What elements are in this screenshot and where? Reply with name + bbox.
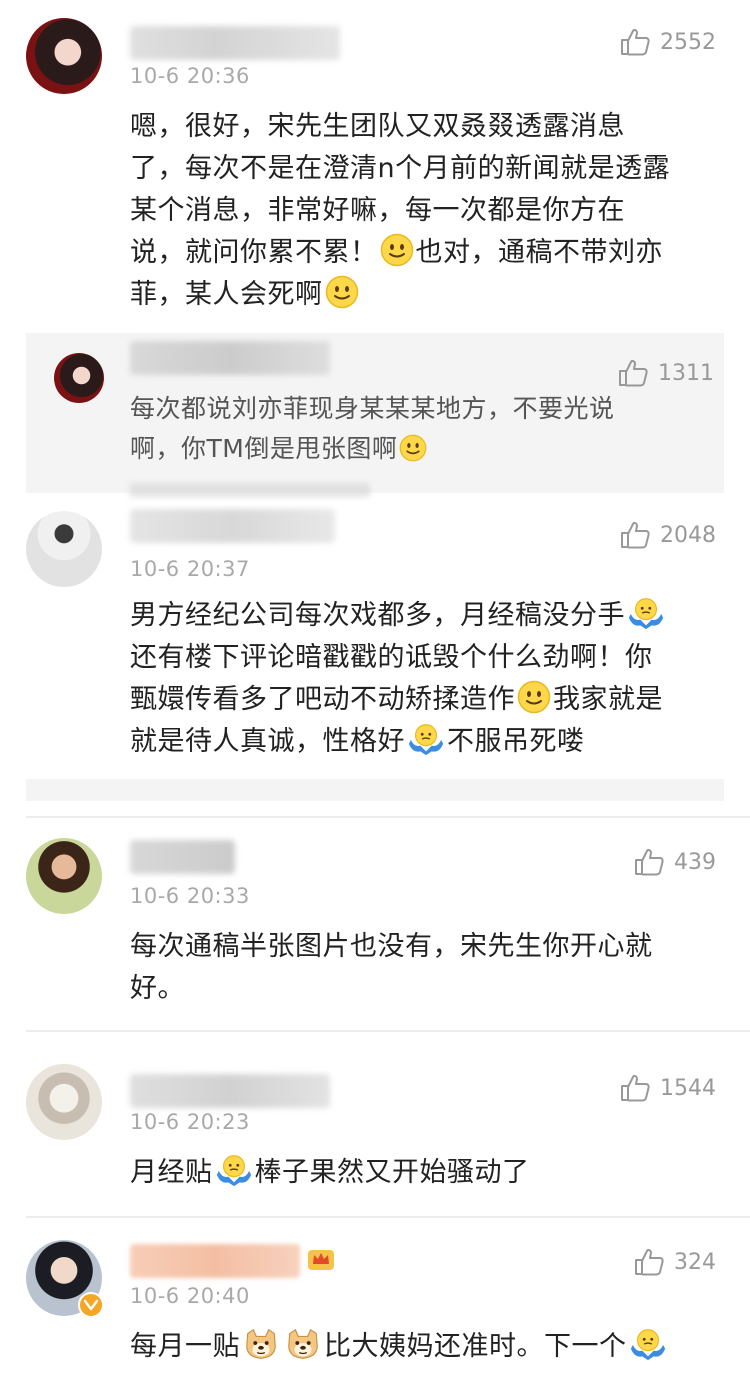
avatar[interactable]	[26, 18, 102, 94]
like-button[interactable]: 439	[634, 848, 716, 876]
doge-emoji-icon	[284, 1327, 322, 1361]
comment-item: 10-6 20:37 2048 男方经纪公司每次戏都多，月经稿没分手 还有楼下评…	[0, 495, 750, 815]
timestamp: 10-6 20:33	[130, 884, 250, 908]
like-button[interactable]: 2552	[620, 28, 716, 56]
comment-text: 男方经纪公司每次戏都多，月经稿没分手 还有楼下评论暗戳戳的诋毁个什么劲啊！你 甄…	[130, 595, 720, 763]
comment-text: 月经贴 棒子果然又开始骚动了	[130, 1152, 720, 1194]
thumbs-up-icon	[634, 848, 664, 876]
comment-item: 10-6 20:40 324 每月一贴 比大姨妈还准时。下一个	[0, 1222, 750, 1388]
reply-box[interactable]: 1311 每次都说刘亦菲现身某某某地方，不要光说 啊，你TM倒是甩张图啊	[26, 333, 724, 497]
like-button[interactable]: 1544	[620, 1074, 716, 1102]
smile-emoji-icon	[325, 275, 359, 309]
avatar[interactable]	[26, 511, 102, 587]
shrug-emoji-icon	[407, 722, 445, 756]
divider	[26, 1030, 750, 1032]
smile-emoji-icon	[399, 434, 427, 462]
smile-emoji-icon	[517, 680, 551, 714]
verified-badge-icon	[78, 1292, 104, 1318]
smile-emoji-icon	[380, 233, 414, 267]
username-blurred[interactable]	[130, 1074, 330, 1108]
avatar[interactable]	[26, 838, 102, 914]
username-blurred[interactable]	[130, 840, 235, 874]
collapsed-replies-strip[interactable]	[26, 779, 724, 801]
like-button[interactable]: 2048	[620, 521, 716, 549]
reply-username-blurred[interactable]	[130, 341, 330, 375]
thumbs-up-icon	[620, 28, 650, 56]
timestamp: 10-6 20:23	[130, 1110, 250, 1134]
reply-like-count: 1311	[658, 360, 714, 386]
like-count: 2048	[660, 522, 716, 548]
thumbs-up-icon	[620, 1074, 650, 1102]
timestamp: 10-6 20:37	[130, 557, 250, 581]
comment-text: 每次通稿半张图片也没有，宋先生你开心就 好。	[130, 931, 653, 1004]
comment-item: 10-6 20:23 1544 月经贴 棒子果然又开始骚动了	[0, 1046, 750, 1216]
timestamp: 10-6 20:36	[130, 64, 250, 88]
timestamp: 10-6 20:40	[130, 1284, 250, 1308]
avatar[interactable]	[26, 1064, 102, 1140]
like-count: 324	[674, 1249, 716, 1275]
like-count: 2552	[660, 29, 716, 55]
divider	[26, 1216, 750, 1218]
like-count: 1544	[660, 1075, 716, 1101]
divider	[26, 816, 750, 818]
username-blurred[interactable]	[130, 26, 340, 60]
comment-item: 10-6 20:33 439 每次通稿半张图片也没有，宋先生你开心就 好。	[0, 820, 750, 1030]
comment-text: 嗯，很好，宋先生团队又双叒叕透露消息 了，每次不是在澄清n个月前的新闻就是透露 …	[130, 111, 671, 310]
comment-item: 10-6 20:36 2552 嗯，很好，宋先生团队又双叒叕透露消息 了，每次不…	[0, 0, 750, 497]
shrug-emoji-icon	[215, 1153, 253, 1187]
shrug-emoji-icon	[629, 1327, 667, 1361]
reply-avatar[interactable]	[54, 353, 104, 403]
crown-icon	[308, 1250, 334, 1270]
username-blurred[interactable]	[130, 1244, 300, 1278]
thumbs-up-icon	[620, 521, 650, 549]
shrug-emoji-icon	[627, 596, 665, 630]
reply-text: 每次都说刘亦菲现身某某某地方，不要光说 啊，你TM倒是甩张图啊	[130, 394, 615, 463]
like-count: 439	[674, 849, 716, 875]
username-blurred[interactable]	[130, 509, 335, 543]
doge-emoji-icon	[242, 1327, 280, 1361]
thumbs-up-icon	[634, 1248, 664, 1276]
thumbs-up-icon	[618, 359, 648, 387]
like-button[interactable]: 324	[634, 1248, 716, 1276]
reply-like-button[interactable]: 1311	[618, 359, 714, 387]
comment-text: 每月一贴 比大姨妈还准时。下一个	[130, 1326, 720, 1368]
